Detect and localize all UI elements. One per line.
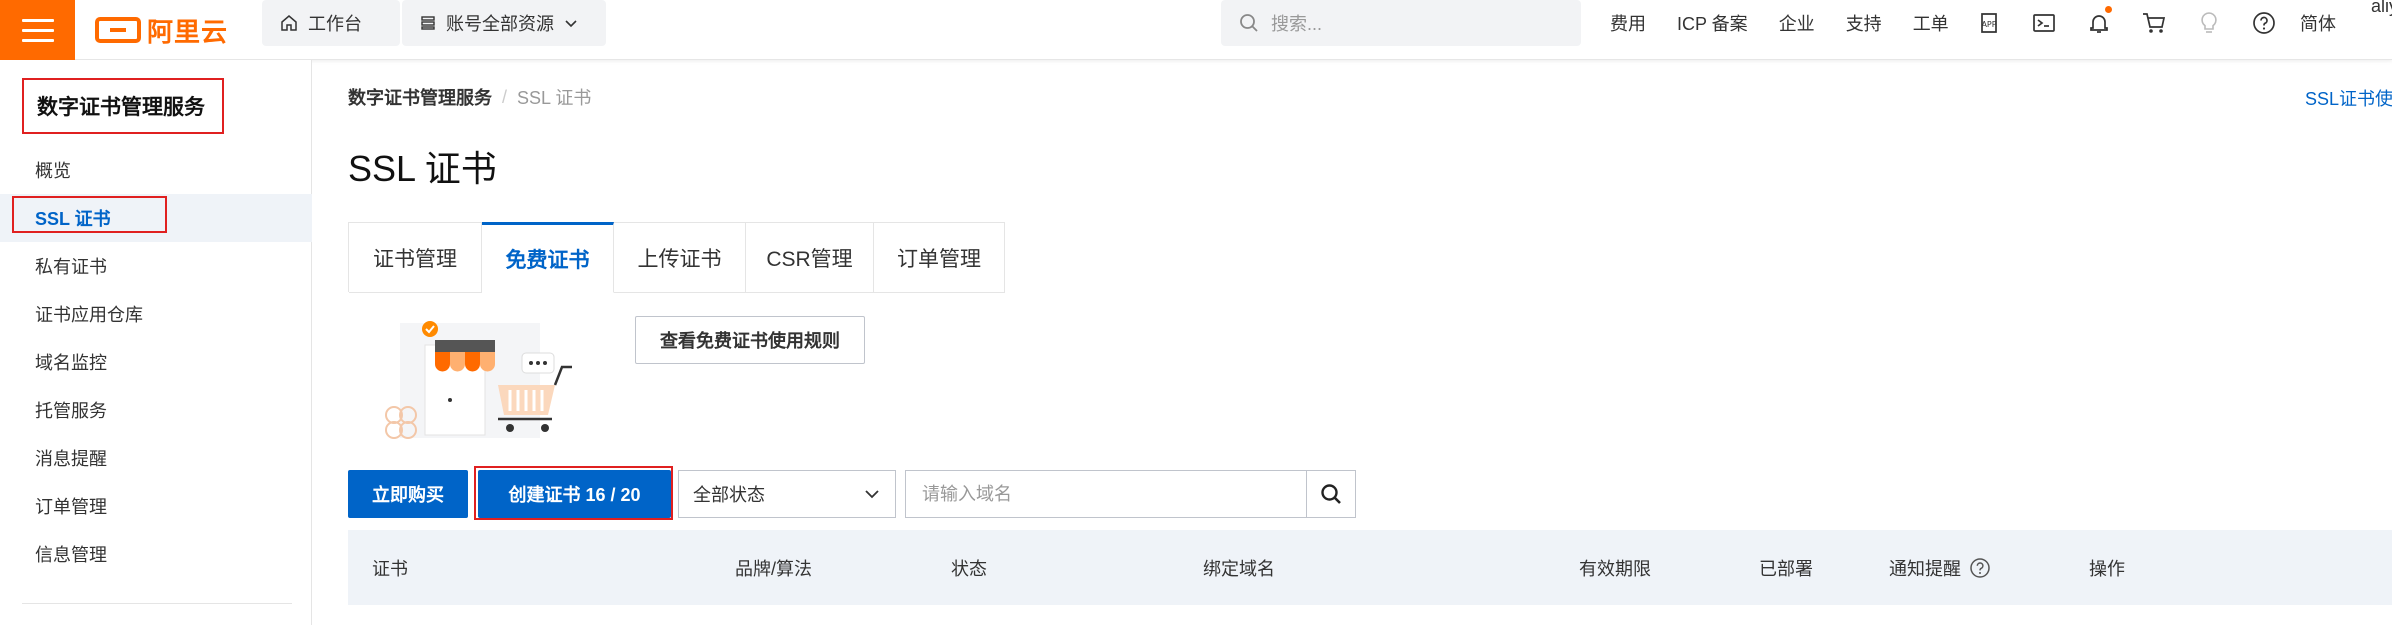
tab-upload-certificate[interactable]: 上传证书 [614, 223, 746, 293]
ssl-usage-help-link[interactable]: SSL证书使用 [2305, 85, 2392, 111]
domain-search-button[interactable] [1306, 470, 1356, 518]
bell-icon[interactable] [2086, 6, 2112, 36]
breadcrumb-separator: / [502, 86, 508, 107]
view-free-cert-rules-button[interactable]: 查看免费证书使用规则 [635, 316, 865, 364]
sidebar-item-domain-monitor[interactable]: 域名监控 [0, 338, 312, 386]
tab-bar: 证书管理 免费证书 上传证书 CSR管理 订单管理 [348, 222, 1005, 293]
breadcrumb-current: SSL 证书 [517, 88, 592, 108]
list-icon [421, 16, 435, 30]
column-header-notification: 通知提醒 [1889, 530, 1991, 605]
sidebar-divider [22, 603, 292, 604]
search-icon [1321, 484, 1341, 504]
top-links: 费用 ICP 备案 企业 支持 工单 [1610, 0, 1980, 46]
column-header-status: 状态 [951, 558, 987, 579]
global-search-input[interactable]: 搜索... [1221, 0, 1581, 46]
sidebar-item-info-management[interactable]: 信息管理 [0, 530, 312, 578]
sidebar-title: 数字证书管理服务 [22, 78, 224, 134]
tab-cert-management[interactable]: 证书管理 [349, 223, 482, 293]
sidebar-item-hosting[interactable]: 托管服务 [0, 386, 312, 434]
column-header-validity: 有效期限 [1579, 558, 1651, 579]
page-title: SSL 证书 [348, 148, 497, 189]
svg-text:APP: APP [1981, 20, 1996, 29]
search-placeholder: 搜索... [1271, 14, 1323, 34]
sidebar: 数字证书管理服务 概览 SSL 证书 私有证书 证书应用仓库 域名监控 托管服务… [0, 60, 312, 625]
account-resources-label: 账号全部资源 [446, 14, 554, 34]
buy-now-button[interactable]: 立即购买 [348, 470, 468, 518]
tab-free-certificate[interactable]: 免费证书 [482, 222, 614, 293]
workbench-label: 工作台 [308, 14, 362, 34]
chevron-down-icon [865, 490, 879, 499]
tab-order-management[interactable]: 订单管理 [874, 223, 1005, 293]
top-link-enterprise[interactable]: 企业 [1779, 10, 1815, 36]
status-filter-value: 全部状态 [693, 485, 765, 505]
help-icon[interactable] [2251, 10, 2277, 36]
certificate-table-header: 证书 品牌/算法 状态 绑定域名 有效期限 已部署 通知提醒 操作 [348, 530, 2392, 605]
create-button-highlight-box [474, 466, 673, 520]
top-icon-group: APP [1976, 6, 2277, 36]
top-link-ticket[interactable]: 工单 [1913, 10, 1949, 36]
home-icon [281, 15, 297, 31]
chevron-down-icon [565, 20, 577, 28]
free-certificate-illustration [385, 321, 572, 439]
hamburger-menu-icon[interactable] [0, 0, 75, 60]
top-navigation-bar: 阿里云 工作台 账号全部资源 搜索... 费用 ICP 备案 企业 支持 工单 … [0, 0, 2392, 60]
aliyun-logo-mark [95, 17, 141, 43]
notification-dot [2105, 6, 2112, 13]
column-header-brand-algorithm: 品牌/算法 [735, 558, 813, 579]
table-body-area [312, 605, 2392, 625]
tab-csr-management[interactable]: CSR管理 [746, 223, 874, 293]
sidebar-item-overview[interactable]: 概览 [0, 146, 312, 194]
workbench-button[interactable]: 工作台 [262, 0, 400, 46]
column-header-deployed: 已部署 [1759, 558, 1813, 579]
sidebar-item-cert-repository[interactable]: 证书应用仓库 [0, 290, 312, 338]
sidebar-highlight-box [12, 196, 167, 233]
sidebar-item-private-certificate[interactable]: 私有证书 [0, 242, 312, 290]
domain-search-input[interactable] [905, 470, 1307, 518]
sidebar-item-orders[interactable]: 订单管理 [0, 482, 312, 530]
question-icon[interactable] [1969, 557, 1991, 579]
breadcrumb-root[interactable]: 数字证书管理服务 [348, 84, 492, 110]
top-link-support[interactable]: 支持 [1846, 10, 1882, 36]
user-account[interactable]: aliy [2371, 0, 2392, 17]
search-icon [1240, 14, 1258, 32]
top-link-fees[interactable]: 费用 [1610, 10, 1646, 36]
status-filter-select[interactable]: 全部状态 [678, 470, 896, 518]
cart-icon[interactable] [2141, 10, 2167, 36]
sidebar-item-notifications[interactable]: 消息提醒 [0, 434, 312, 482]
terminal-icon[interactable] [2031, 10, 2057, 36]
column-header-actions: 操作 [2089, 558, 2125, 579]
column-header-bound-domain: 绑定域名 [1203, 558, 1275, 579]
column-header-certificate: 证书 [372, 558, 408, 579]
breadcrumb: 数字证书管理服务 / SSL 证书 [348, 84, 591, 110]
logo-text: 阿里云 [147, 16, 229, 47]
app-icon[interactable]: APP [1976, 10, 2002, 36]
bulb-icon[interactable] [2196, 10, 2222, 36]
language-switch[interactable]: 简体 [2300, 10, 2336, 36]
top-link-icp[interactable]: ICP 备案 [1677, 10, 1748, 36]
aliyun-logo[interactable]: 阿里云 [95, 13, 228, 47]
account-resources-dropdown[interactable]: 账号全部资源 [402, 0, 606, 46]
